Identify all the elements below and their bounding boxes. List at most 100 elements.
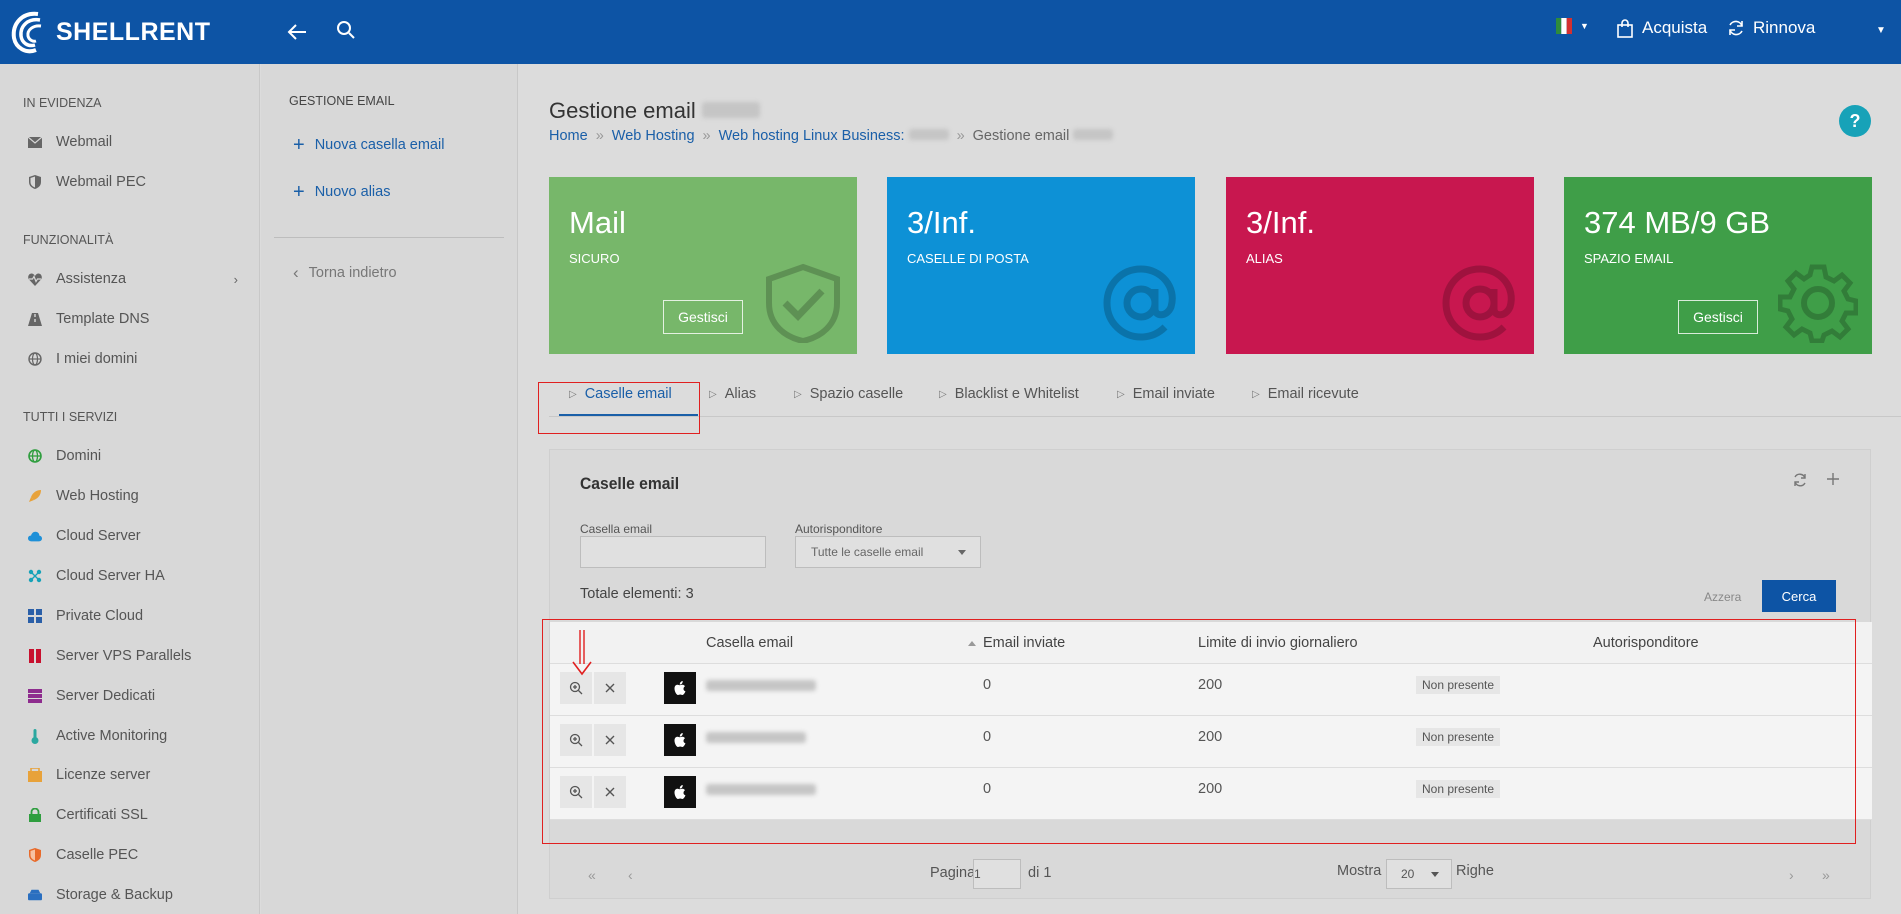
- breadcrumb-web-hosting[interactable]: Web Hosting: [612, 128, 695, 144]
- gestisci-button[interactable]: Gestisci: [1678, 300, 1758, 334]
- sidebar-item-label: I miei domini: [56, 351, 138, 367]
- page-title-text: Gestione email: [549, 98, 696, 123]
- sidebar-item-caselle-pec[interactable]: Caselle PEC: [28, 847, 238, 863]
- annotation-arrow-down-icon: [572, 630, 592, 676]
- divider: [274, 237, 504, 238]
- sidebar-item-label: Certificati SSL: [56, 807, 148, 823]
- sidebar-item-label: Web Hosting: [56, 488, 139, 504]
- caret-right-icon: ▷: [794, 388, 802, 400]
- rocket-icon: [28, 489, 42, 503]
- pagination: « ‹ Pagina di 1 Mostra 20 Righe › »: [550, 855, 1872, 895]
- annotation-highlight-table: [542, 619, 1856, 844]
- tab-label: Spazio caselle: [809, 386, 904, 402]
- sidebar-item-label: Cloud Server HA: [56, 568, 165, 584]
- refresh-icon[interactable]: [1792, 472, 1808, 488]
- sidebar-item-i-miei-domini[interactable]: I miei domini: [28, 351, 238, 367]
- italy-flag-icon: [1556, 18, 1572, 34]
- back-label: Torna indietro: [308, 265, 397, 281]
- annotation-highlight-tab: [538, 382, 700, 434]
- tab-label: Blacklist e Whitelist: [954, 386, 1079, 402]
- new-alias-label: Nuovo alias: [314, 184, 391, 200]
- tab-email-ricevute[interactable]: ▷ Email ricevute: [1252, 386, 1359, 402]
- filter-email-input[interactable]: [580, 536, 766, 568]
- page-label: Pagina: [930, 865, 976, 881]
- rinnova-button[interactable]: Rinnova: [1727, 18, 1815, 38]
- main-sidebar: IN EVIDENZA Webmail Webmail PEC FUNZIONA…: [0, 64, 260, 914]
- first-page-icon[interactable]: «: [588, 867, 596, 883]
- sidebar-item-label: Server VPS Parallels: [56, 648, 192, 664]
- card-value: 3/Inf.: [907, 205, 976, 240]
- breadcrumb: Home » Web Hosting » Web hosting Linux B…: [549, 128, 1114, 144]
- road-icon: [28, 312, 42, 326]
- sidebar-item-label: Caselle PEC: [56, 847, 139, 863]
- user-menu-chevron-icon[interactable]: ▼: [1876, 25, 1886, 36]
- sidebar-item-server-dedicati[interactable]: Server Dedicati: [28, 688, 238, 704]
- back-link[interactable]: ‹ Torna indietro: [293, 263, 397, 283]
- sidebar-item-server-vps-parallels[interactable]: Server VPS Parallels: [28, 648, 238, 664]
- tab-alias[interactable]: ▷ Alias: [709, 386, 756, 402]
- add-icon[interactable]: [1826, 472, 1840, 486]
- help-button[interactable]: ?: [1839, 105, 1871, 137]
- search-icon[interactable]: [336, 20, 356, 40]
- show-label: Mostra: [1337, 863, 1382, 879]
- sidebar-item-label: Webmail: [56, 134, 113, 150]
- brand-name: SHELLRENT: [56, 17, 211, 46]
- page-number-input[interactable]: [973, 859, 1021, 889]
- chevron-down-icon: ▼: [1580, 21, 1589, 31]
- language-selector[interactable]: ▼: [1556, 18, 1589, 34]
- sidebar-item-licenze-server[interactable]: Licenze server: [28, 767, 238, 783]
- card-label: SICURO: [569, 251, 620, 266]
- rows-label: Righe: [1456, 863, 1494, 879]
- shield-check-icon: [766, 263, 840, 343]
- gestisci-button[interactable]: Gestisci: [663, 300, 743, 334]
- new-mailbox-link[interactable]: + Nuova casella email: [293, 135, 444, 155]
- rows-per-page-select[interactable]: 20: [1386, 859, 1452, 889]
- sidebar-item-assistenza[interactable]: Assistenza ›: [28, 271, 238, 287]
- new-alias-link[interactable]: + Nuovo alias: [293, 182, 391, 202]
- sidebar-item-webmail[interactable]: Webmail: [28, 134, 238, 150]
- gear-icon: [1778, 264, 1858, 343]
- page-total: di 1: [1028, 865, 1052, 881]
- breadcrumb-web-hosting-linux[interactable]: Web hosting Linux Business:: [719, 128, 949, 144]
- card-alias: 3/Inf. ALIAS: [1226, 177, 1534, 354]
- thermometer-icon: [28, 728, 42, 744]
- reset-button[interactable]: Azzera: [1704, 590, 1741, 604]
- search-button[interactable]: Cerca: [1762, 580, 1836, 612]
- next-page-icon[interactable]: ›: [1789, 867, 1794, 883]
- lock-icon: [28, 808, 42, 822]
- sidebar-item-web-hosting[interactable]: Web Hosting: [28, 488, 238, 504]
- sidebar-item-template-dns[interactable]: Template DNS: [28, 311, 238, 327]
- subnav-title: GESTIONE EMAIL: [289, 94, 395, 108]
- page-title: Gestione email: [549, 98, 760, 124]
- sidebar-item-certificati-ssl[interactable]: Certificati SSL: [28, 807, 238, 823]
- acquista-button[interactable]: Acquista: [1616, 18, 1707, 38]
- sidebar-item-cloud-server-ha[interactable]: Cloud Server HA: [28, 568, 238, 584]
- card-caselle-di-posta: 3/Inf. CASELLE DI POSTA: [887, 177, 1195, 354]
- card-mail-sicuro: Mail SICURO Gestisci: [549, 177, 857, 354]
- globe-icon: [28, 352, 42, 366]
- tab-blacklist-whitelist[interactable]: ▷ Blacklist e Whitelist: [939, 386, 1079, 402]
- sidebar-item-storage-backup[interactable]: Storage & Backup: [28, 887, 238, 903]
- shellrent-logo[interactable]: SHELLRENT: [8, 8, 211, 56]
- tab-spazio-caselle[interactable]: ▷ Spazio caselle: [794, 386, 903, 402]
- filter-autoresponder-select[interactable]: Tutte le caselle email: [795, 536, 981, 568]
- prev-page-icon[interactable]: ‹: [628, 867, 633, 883]
- tab-email-inviate[interactable]: ▷ Email inviate: [1117, 386, 1215, 402]
- filter-email-label: Casella email: [580, 522, 653, 536]
- sidebar-item-active-monitoring[interactable]: Active Monitoring: [28, 728, 238, 744]
- breadcrumb-home[interactable]: Home: [549, 128, 588, 144]
- email-sub-navigation: GESTIONE EMAIL + Nuova casella email + N…: [261, 64, 518, 914]
- sidebar-item-label: Domini: [56, 448, 102, 464]
- network-icon: [28, 569, 42, 583]
- sidebar-item-cloud-server[interactable]: Cloud Server: [28, 528, 238, 544]
- sidebar-item-webmail-pec[interactable]: Webmail PEC: [28, 174, 238, 190]
- shield-icon: [28, 848, 42, 862]
- mail-icon: [28, 135, 42, 149]
- at-icon: [1103, 265, 1176, 341]
- back-arrow-icon[interactable]: [287, 23, 307, 41]
- sidebar-item-private-cloud[interactable]: Private Cloud: [28, 608, 238, 624]
- globe-icon: [28, 449, 42, 463]
- sidebar-item-domini[interactable]: Domini: [28, 448, 238, 464]
- breadcrumb-separator: »: [956, 128, 965, 144]
- last-page-icon[interactable]: »: [1822, 867, 1830, 883]
